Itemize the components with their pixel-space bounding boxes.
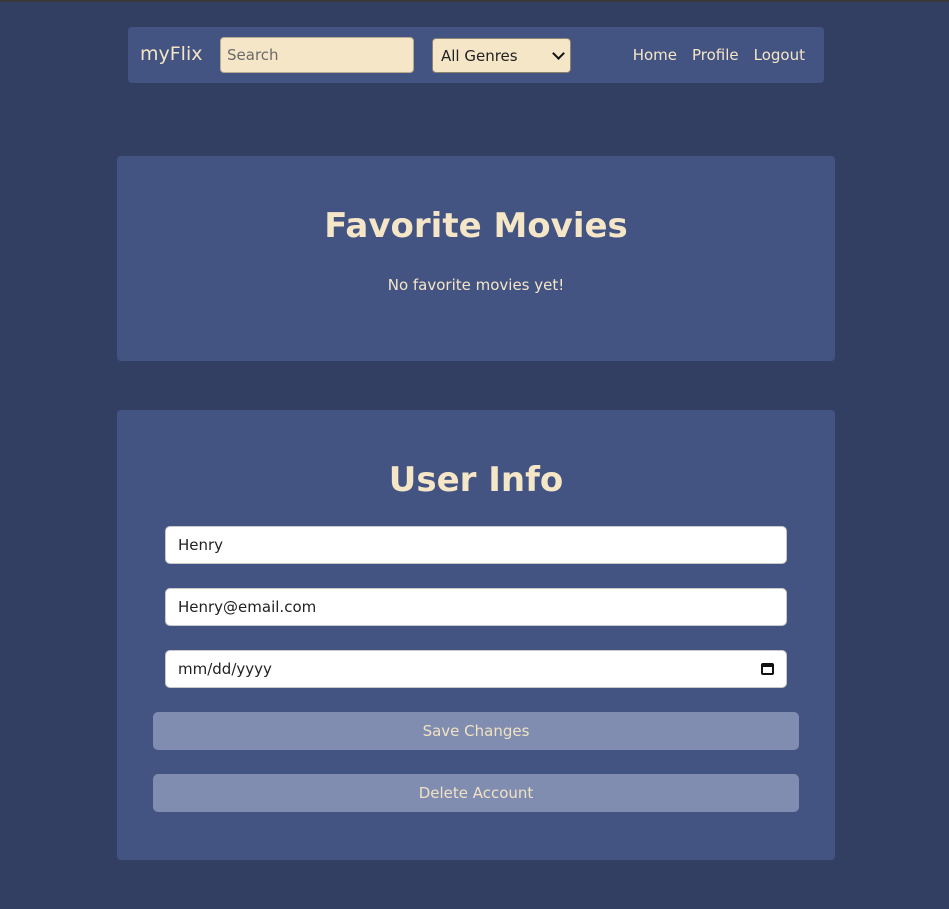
favorite-movies-title: Favorite Movies [324,206,628,246]
calendar-icon[interactable] [761,663,774,675]
birthday-field[interactable]: mm/dd/yyyy [165,650,787,688]
nav-link-logout[interactable]: Logout [754,46,805,64]
username-field[interactable]: Henry [165,526,787,564]
favorite-movies-card: Favorite Movies No favorite movies yet! [117,156,835,361]
user-info-card: User Info Henry Henry@email.com mm/dd/yy… [117,410,835,860]
email-value: Henry@email.com [178,598,317,616]
username-value: Henry [178,536,224,554]
search-input[interactable] [220,37,414,73]
genre-select[interactable]: All Genres [432,38,571,73]
brand-logo[interactable]: myFlix [140,43,202,65]
nav-link-profile[interactable]: Profile [692,46,739,64]
nav-link-home[interactable]: Home [633,46,677,64]
birthday-placeholder: mm/dd/yyyy [178,660,272,678]
delete-account-button[interactable]: Delete Account [153,774,799,812]
chevron-down-icon [552,47,565,60]
email-field[interactable]: Henry@email.com [165,588,787,626]
empty-favorites-message: No favorite movies yet! [387,276,565,294]
navbar: myFlix All Genres Home Profile Logout [128,27,824,83]
nav-links: Home Profile Logout [633,46,805,64]
user-info-title: User Info [388,460,564,500]
genre-select-value: All Genres [441,46,518,65]
save-changes-button[interactable]: Save Changes [153,712,799,750]
